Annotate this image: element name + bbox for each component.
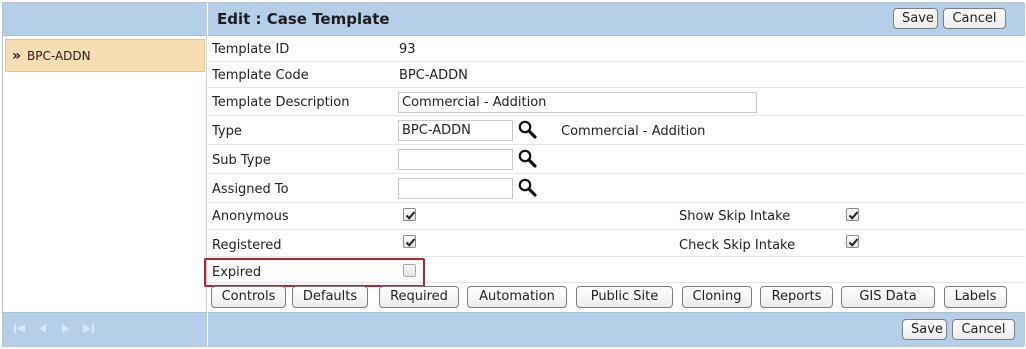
automation-button[interactable]: Automation [467,286,567,308]
next-page-icon[interactable] [59,322,72,338]
assigned-to-label: Assigned To [212,182,289,197]
gis-data-button[interactable]: GIS Data [841,286,935,308]
checkmark-icon [405,211,416,220]
footer-cancel-button[interactable]: Cancel [952,319,1015,340]
check-skip-intake-label: Check Skip Intake [679,238,796,253]
anonymous-label: Anonymous [212,209,289,224]
required-button[interactable]: Required [379,286,459,308]
type-row: Type BPC-ADDN Commercial - Addition [208,116,1025,145]
double-chevron-right-icon: » [12,47,22,64]
registered-checkbox[interactable] [403,235,416,248]
first-page-icon[interactable] [13,322,26,338]
expired-highlight-box [204,258,425,287]
cancel-button[interactable]: Cancel [943,8,1006,29]
show-skip-intake-label: Show Skip Intake [679,209,791,224]
cloning-button[interactable]: Cloning [682,286,752,308]
type-description: Commercial - Addition [561,124,706,139]
sub-type-row: Sub Type [208,145,1025,174]
template-id-label: Template ID [212,42,290,57]
prev-page-icon[interactable] [36,322,49,338]
assigned-to-input[interactable] [398,178,513,199]
anonymous-row: Anonymous Show Skip Intake [208,203,1025,230]
checkmark-icon [405,238,416,247]
template-list-header [3,3,206,36]
template-description-row: Template Description Commercial - Additi… [208,88,1025,116]
template-list-item-label: BPC-ADDN [27,48,91,63]
sub-type-lookup-icon[interactable] [517,148,537,168]
editor-panel: Edit : Case Template Save Cancel Templat… [204,3,1025,346]
type-input[interactable]: BPC-ADDN [398,120,513,141]
assigned-to-lookup-icon[interactable] [517,177,537,197]
registered-label: Registered [212,238,282,253]
sub-type-input[interactable] [398,149,513,170]
template-code-row: Template Code BPC-ADDN [208,62,1025,88]
defaults-button[interactable]: Defaults [292,286,368,308]
page-title: Edit : Case Template [217,10,390,28]
type-lookup-icon[interactable] [517,119,537,139]
pager [3,312,207,346]
template-code-label: Template Code [212,68,309,83]
template-id-row: Template ID 93 [208,36,1025,62]
controls-button[interactable]: Controls [211,286,286,308]
anonymous-checkbox[interactable] [403,208,416,221]
template-list-item[interactable]: » BPC-ADDN [5,39,205,72]
template-description-label: Template Description [212,95,350,110]
save-button[interactable]: Save [893,8,938,29]
reports-button[interactable]: Reports [760,286,833,308]
type-label: Type [212,124,242,139]
check-skip-intake-checkbox[interactable] [846,235,859,248]
show-skip-intake-checkbox[interactable] [846,208,859,221]
template-form: Template ID 93 Template Code BPC-ADDN Te… [204,36,1025,312]
checkmark-icon [848,211,859,220]
sub-type-label: Sub Type [212,153,271,168]
template-id-value: 93 [399,42,416,57]
template-description-input[interactable]: Commercial - Addition [398,92,757,113]
editor-footer: Save Cancel [208,312,1025,346]
checkmark-icon [848,238,859,247]
public-site-button[interactable]: Public Site [576,286,673,308]
assigned-to-row: Assigned To [208,174,1025,203]
template-code-value: BPC-ADDN [399,68,468,83]
last-page-icon[interactable] [82,322,95,338]
footer-save-button[interactable]: Save [902,319,947,340]
editor-header: Edit : Case Template Save Cancel [208,3,1025,36]
template-list-panel: » BPC-ADDN [3,3,207,346]
labels-button[interactable]: Labels [944,286,1007,308]
case-template-editor: » BPC-ADDN Edit : Case Template Save Can… [2,2,1025,347]
registered-row: Registered Check Skip Intake [208,230,1025,257]
